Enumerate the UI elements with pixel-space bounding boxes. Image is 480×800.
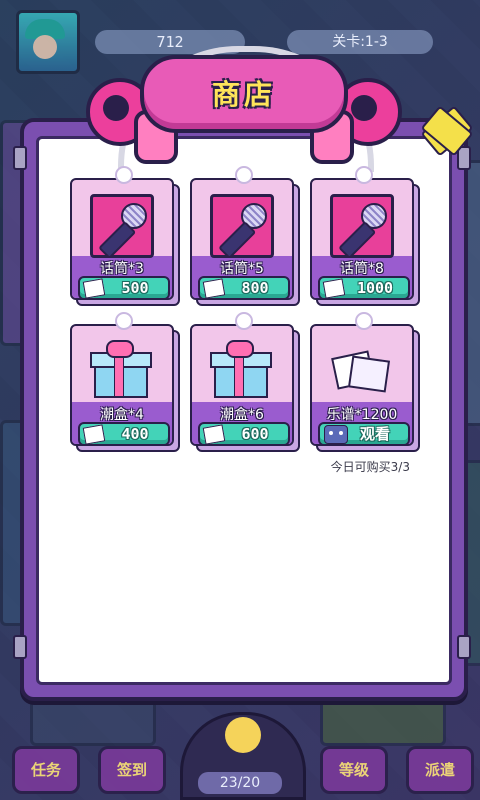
buy-button[interactable]: 600 <box>198 422 290 444</box>
microphone-icon <box>90 194 154 260</box>
shop-item-card[interactable]: 潮盒*4 400 <box>70 312 180 452</box>
shop-item-card[interactable]: 话筒*8 1000 <box>310 166 420 306</box>
gift-box-icon <box>90 340 152 398</box>
price-value: 600 <box>241 425 269 443</box>
shop-header: 商店 <box>140 55 348 133</box>
player-avatar[interactable] <box>16 10 80 74</box>
bottom-nav: 任务 签到 23/20 等级 派遣 <box>0 712 480 800</box>
tv-robot-icon <box>324 425 348 444</box>
hanger-icon <box>235 312 253 330</box>
music-sheet-icon <box>330 340 391 398</box>
level-indicator: 关卡:1-3 <box>287 30 433 54</box>
nav-upgrade-button[interactable]: 等级 <box>320 746 388 794</box>
bolt-icon <box>13 146 27 170</box>
price-value: 400 <box>121 425 149 443</box>
sheet-ticket-icon <box>202 278 226 298</box>
daily-purchase-limit: 今日可购买3/3 <box>330 460 410 474</box>
shop-item-card[interactable]: 话筒*5 800 <box>190 166 300 306</box>
gift-box-icon <box>210 340 272 398</box>
price-value: 500 <box>121 279 149 297</box>
shop-item-card[interactable]: 乐谱*1200 观看 <box>310 312 420 452</box>
item-label: 乐谱*1200 <box>326 407 398 423</box>
microphone-icon <box>210 194 274 260</box>
nav-dispatch-button[interactable]: 派遣 <box>406 746 474 794</box>
hanger-icon <box>355 312 373 330</box>
shop-item-card[interactable]: 潮盒*6 600 <box>190 312 300 452</box>
watch-label: 观看 <box>359 425 390 443</box>
bolt-icon <box>13 635 27 659</box>
watch-ad-button[interactable]: 观看 <box>318 422 410 444</box>
price-value: 1000 <box>356 279 394 297</box>
hanger-icon <box>355 166 373 184</box>
hanger-icon <box>115 166 133 184</box>
item-label: 话筒*5 <box>220 261 264 277</box>
buy-button[interactable]: 800 <box>198 276 290 298</box>
item-label: 话筒*8 <box>340 261 384 277</box>
bolt-icon <box>457 635 471 659</box>
buy-button[interactable]: 400 <box>78 422 170 444</box>
sheet-ticket-icon <box>322 278 346 298</box>
item-label: 潮盒*4 <box>100 407 144 423</box>
progress-counter: 23/20 <box>198 772 282 794</box>
hanger-icon <box>235 166 253 184</box>
sheet-ticket-icon <box>202 424 226 444</box>
shop-item-card[interactable]: 话筒*3 500 <box>70 166 180 306</box>
item-label: 潮盒*6 <box>220 407 264 423</box>
sheet-ticket-icon <box>82 424 106 444</box>
shop-title: 商店 <box>211 78 276 111</box>
nav-checkin-button[interactable]: 签到 <box>98 746 166 794</box>
nav-tasks-button[interactable]: 任务 <box>12 746 80 794</box>
price-value: 800 <box>241 279 269 297</box>
microphone-icon <box>330 194 394 260</box>
buy-button[interactable]: 1000 <box>318 276 410 298</box>
item-label: 话筒*3 <box>100 261 144 277</box>
buy-button[interactable]: 500 <box>78 276 170 298</box>
sheet-ticket-icon <box>82 278 106 298</box>
hanger-icon <box>115 312 133 330</box>
